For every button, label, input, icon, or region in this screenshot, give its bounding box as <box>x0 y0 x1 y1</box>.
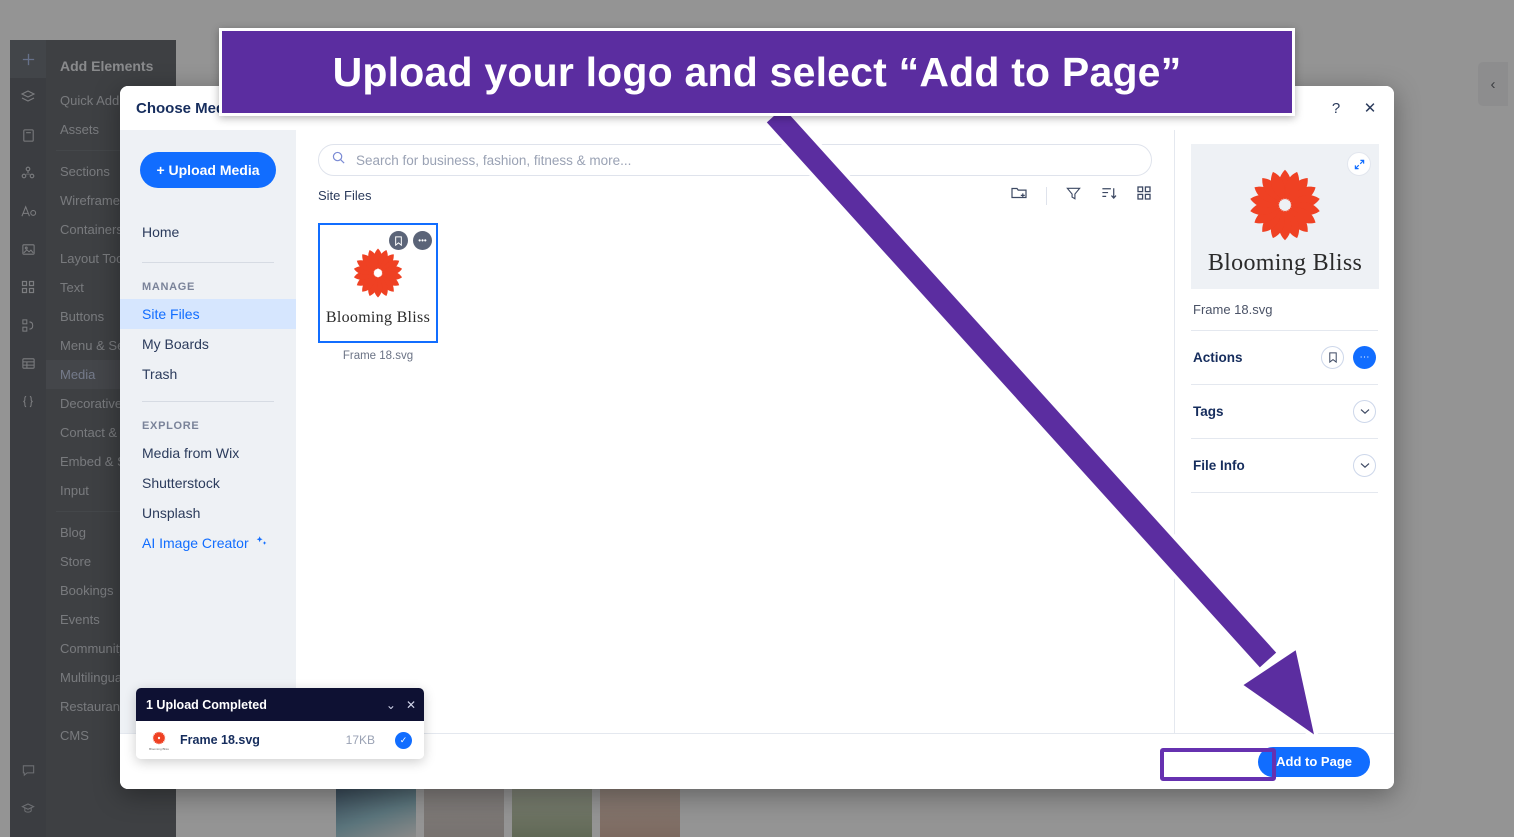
upload-toast: 1 Upload Completed ⌄ ✕ Blooming Bliss Fr… <box>136 688 424 759</box>
file-info-panel: Blooming Bliss Frame 18.svg Actions ⋯ Ta… <box>1174 130 1394 733</box>
sidebar-item-label: Shutterstock <box>142 475 220 491</box>
files-grid: Blooming Bliss ••• Frame 18.svg <box>296 209 1174 376</box>
search-icon <box>331 150 346 170</box>
more-options-icon[interactable]: ⋯ <box>1353 346 1376 369</box>
sidebar-item-unsplash[interactable]: Unsplash <box>120 498 296 528</box>
grid-view-icon[interactable] <box>1136 185 1152 206</box>
sidebar-item-my-boards[interactable]: My Boards <box>120 329 296 359</box>
bookmark-icon[interactable] <box>1321 346 1344 369</box>
info-row-file-info[interactable]: File Info <box>1191 452 1378 479</box>
sidebar-manage-list: Site Files My Boards Trash <box>120 299 296 389</box>
info-divider <box>1191 438 1378 439</box>
breadcrumb-row: Site Files <box>296 176 1174 209</box>
ai-sparkle-icon <box>255 535 268 551</box>
choose-media-dialog: Choose Media ? ✕ + Upload Media Home MAN… <box>120 86 1394 789</box>
blooming-bliss-logo-icon <box>152 731 166 745</box>
expand-preview-button[interactable] <box>1347 152 1371 176</box>
upload-media-button[interactable]: + Upload Media <box>140 152 276 188</box>
info-divider <box>1191 330 1378 331</box>
save-to-board-icon[interactable] <box>389 231 408 250</box>
sidebar-item-label: Media from Wix <box>142 445 240 461</box>
media-main-area: Site Files Bloomi <box>296 130 1174 733</box>
info-divider <box>1191 384 1378 385</box>
filter-icon[interactable] <box>1065 185 1082 207</box>
info-label-file-info: File Info <box>1193 458 1245 473</box>
annotation-banner-text: Upload your logo and select “Add to Page… <box>332 48 1182 95</box>
sidebar-item-site-files[interactable]: Site Files <box>120 299 296 329</box>
blooming-bliss-logo-icon <box>1250 169 1320 241</box>
dialog-header-actions: ? ✕ <box>1326 86 1380 130</box>
help-icon[interactable]: ? <box>1326 100 1346 117</box>
chevron-down-icon[interactable] <box>1353 400 1376 423</box>
file-name: Frame 18.svg <box>342 350 414 362</box>
more-options-icon[interactable]: ••• <box>413 231 432 250</box>
chevron-down-icon[interactable] <box>1353 454 1376 477</box>
sidebar-divider <box>142 401 274 402</box>
sidebar-divider <box>142 262 274 263</box>
sidebar-group-explore: EXPLORE <box>142 420 200 432</box>
actions-controls: ⋯ <box>1321 346 1376 369</box>
info-divider <box>1191 492 1378 493</box>
new-folder-icon[interactable] <box>1010 184 1028 207</box>
sidebar-item-shutterstock[interactable]: Shutterstock <box>120 468 296 498</box>
info-row-tags[interactable]: Tags <box>1191 398 1378 425</box>
toast-header-actions: ⌄ ✕ <box>386 698 416 712</box>
toast-body: Blooming Bliss Frame 18.svg 17KB ✓ <box>136 721 424 759</box>
search-input[interactable] <box>354 151 1139 169</box>
toast-close-icon[interactable]: ✕ <box>406 698 416 712</box>
sidebar-group-manage: MANAGE <box>142 281 196 293</box>
info-row-actions: Actions ⋯ <box>1191 344 1378 371</box>
toast-title: 1 Upload Completed <box>146 697 267 712</box>
toast-thumb-label: Blooming Bliss <box>149 747 169 751</box>
dialog-body: + Upload Media Home MANAGE Site Files My … <box>120 130 1394 733</box>
sidebar-item-trash[interactable]: Trash <box>120 359 296 389</box>
add-to-page-button[interactable]: Add to Page <box>1258 746 1370 777</box>
info-label-actions: Actions <box>1193 350 1243 365</box>
annotation-banner: Upload your logo and select “Add to Page… <box>219 28 1295 116</box>
toolbar-divider <box>1046 186 1047 205</box>
toast-status-icon: ✓ <box>395 731 412 749</box>
toast-header: 1 Upload Completed ⌄ ✕ <box>136 688 424 721</box>
info-label-tags: Tags <box>1193 404 1224 419</box>
search-row <box>296 130 1174 176</box>
toast-file-size: 17KB <box>345 733 375 747</box>
toast-collapse-icon[interactable]: ⌄ <box>386 698 396 712</box>
sidebar-item-ai-image-creator[interactable]: AI Image Creator <box>120 528 296 558</box>
file-card[interactable]: Blooming Bliss ••• Frame 18.svg <box>318 223 438 362</box>
sidebar-explore-list: Media from Wix Shutterstock Unsplash AI Ima… <box>120 438 296 558</box>
preview-filename: Frame 18.svg <box>1193 302 1273 317</box>
thumbnail-badges: ••• <box>389 231 432 250</box>
search-box[interactable] <box>318 144 1152 176</box>
sidebar-item-media-from-wix[interactable]: Media from Wix <box>120 438 296 468</box>
breadcrumb[interactable]: Site Files <box>318 188 371 203</box>
sidebar-item-label: AI Image Creator <box>142 535 249 551</box>
preview-wordmark: Blooming Bliss <box>1207 250 1363 276</box>
file-thumbnail[interactable]: Blooming Bliss ••• <box>318 223 438 343</box>
toast-file-thumbnail: Blooming Bliss <box>148 729 170 751</box>
sidebar-item-label: Unsplash <box>142 505 201 521</box>
sidebar-item-home[interactable]: Home <box>120 214 296 250</box>
media-sidebar: + Upload Media Home MANAGE Site Files My … <box>120 130 296 733</box>
close-icon[interactable]: ✕ <box>1360 99 1380 117</box>
sort-icon[interactable] <box>1100 185 1118 207</box>
file-thumbnail-wordmark: Blooming Bliss <box>325 309 431 326</box>
toast-file-name: Frame 18.svg <box>180 733 260 747</box>
file-preview: Blooming Bliss <box>1191 144 1379 289</box>
media-toolbar <box>1010 184 1152 207</box>
